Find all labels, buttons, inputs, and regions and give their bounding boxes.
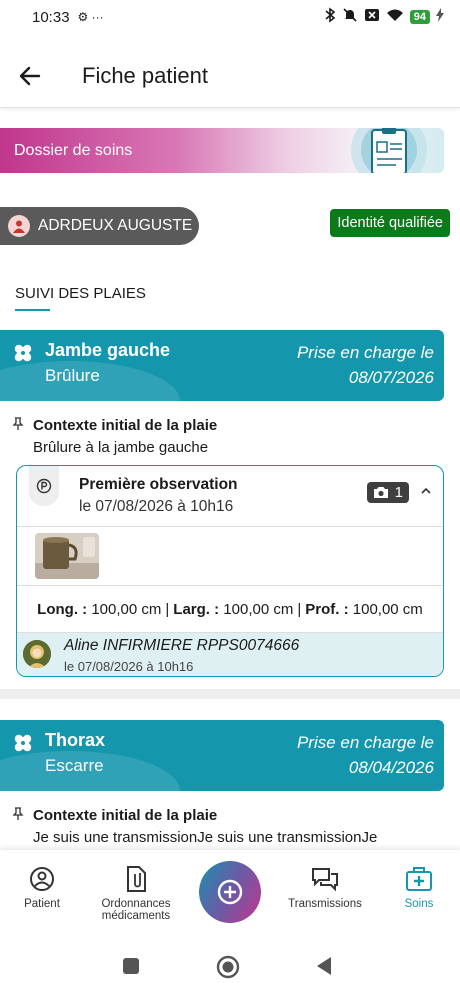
author-avatar bbox=[23, 640, 51, 668]
photo-count: 1 bbox=[394, 484, 403, 501]
wound-location: Thorax bbox=[45, 730, 106, 750]
width-value: 100,00 cm bbox=[223, 600, 294, 618]
nav-soins-label: Soins bbox=[404, 898, 434, 910]
observation-card[interactable]: Première observation le 07/08/2026 à 10h… bbox=[16, 465, 444, 677]
author-date: le 07/08/2026 à 10h16 bbox=[64, 659, 194, 674]
nav-transmissions[interactable]: Transmissions bbox=[280, 864, 370, 910]
nav-ordonnances-label-1: Ordonnances bbox=[101, 898, 171, 910]
pin-icon bbox=[12, 417, 24, 430]
chat-bubbles-icon bbox=[312, 868, 338, 892]
observation-header[interactable]: Première observation le 07/08/2026 à 10h… bbox=[17, 466, 443, 526]
patient-chip[interactable]: ADRDEUX AUGUSTE bbox=[0, 207, 199, 245]
arrow-left-icon bbox=[19, 66, 41, 85]
width-label: Larg. : bbox=[173, 600, 220, 618]
care-start-date: 08/07/2026 bbox=[348, 368, 434, 387]
nav-patient-label: Patient bbox=[24, 898, 60, 910]
identity-qualified-badge: Identité qualifiée bbox=[330, 209, 450, 237]
care-record-banner: Dossier de soins bbox=[0, 128, 444, 173]
nav-soins[interactable]: Soins bbox=[374, 864, 460, 910]
attachment-document-icon bbox=[127, 866, 146, 892]
context-text: Brûlure à la jambe gauche bbox=[33, 439, 209, 456]
home-icon[interactable] bbox=[216, 955, 240, 979]
user-avatar-icon bbox=[8, 215, 30, 237]
page-title: Fiche patient bbox=[82, 62, 208, 88]
status-bar: 10:33 ⚙ ··· 94 bbox=[0, 0, 460, 34]
measure-separator: | bbox=[297, 600, 302, 618]
wound-type: Escarre bbox=[45, 756, 104, 775]
context-text: Je suis une transmissionJe suis une tran… bbox=[33, 829, 378, 846]
pin-icon bbox=[12, 807, 24, 820]
charging-icon bbox=[436, 8, 444, 26]
recent-apps-icon[interactable] bbox=[122, 957, 140, 975]
care-start-label: Prise en charge le bbox=[296, 343, 434, 362]
length-label: Long. : bbox=[37, 600, 88, 618]
wound-measurements: Long. : 100,00 cm | Larg. : 100,00 cm | … bbox=[17, 586, 443, 632]
context-title: Contexte initial de la plaie bbox=[33, 807, 218, 824]
wifi-icon bbox=[386, 8, 404, 26]
care-start-date: 08/04/2026 bbox=[348, 758, 434, 777]
medical-kit-icon bbox=[406, 867, 432, 891]
circled-p-icon bbox=[36, 478, 52, 494]
measure-separator: | bbox=[165, 600, 170, 618]
battery-level: 94 bbox=[409, 10, 430, 24]
section-divider bbox=[0, 689, 460, 699]
plus-circle-icon bbox=[217, 879, 243, 905]
wound-photo-thumbnail[interactable] bbox=[35, 533, 99, 579]
status-time: 10:33 bbox=[32, 8, 70, 26]
patient-name: ADRDEUX AUGUSTE bbox=[38, 217, 193, 234]
bandage-icon bbox=[14, 734, 32, 752]
back-button[interactable] bbox=[0, 44, 60, 108]
depth-value: 100,00 cm bbox=[352, 600, 423, 618]
notification-x-icon bbox=[364, 7, 380, 27]
back-triangle-icon[interactable] bbox=[315, 956, 333, 976]
bluetooth-icon bbox=[324, 7, 336, 27]
observation-tab bbox=[29, 466, 59, 506]
person-circle-icon bbox=[30, 867, 54, 891]
status-extra-icons: ⚙ ··· bbox=[77, 10, 104, 24]
section-underline bbox=[15, 309, 50, 311]
length-value: 100,00 cm bbox=[91, 600, 162, 618]
bandage-icon bbox=[14, 344, 32, 362]
observation-title: Première observation bbox=[79, 476, 238, 493]
context-title: Contexte initial de la plaie bbox=[33, 417, 218, 434]
mute-icon bbox=[342, 7, 358, 27]
camera-icon bbox=[373, 487, 388, 498]
section-title: SUIVI DES PLAIES bbox=[15, 285, 146, 302]
nav-patient[interactable]: Patient bbox=[0, 864, 87, 910]
chevron-up-icon[interactable] bbox=[419, 484, 433, 498]
clipboard-illustration-icon bbox=[351, 128, 427, 173]
observation-photos bbox=[17, 526, 443, 586]
depth-label: Prof. : bbox=[305, 600, 349, 618]
nav-ordonnances[interactable]: Ordonnances médicaments bbox=[91, 864, 181, 922]
add-button[interactable] bbox=[199, 861, 261, 923]
wound-header[interactable]: Jambe gauche Brûlure Prise en charge le … bbox=[0, 330, 444, 401]
banner-label: Dossier de soins bbox=[14, 142, 133, 159]
wound-type: Brûlure bbox=[45, 366, 100, 385]
wound-header[interactable]: Thorax Escarre Prise en charge le 08/04/… bbox=[0, 720, 444, 791]
nav-transmissions-label: Transmissions bbox=[288, 898, 362, 910]
observation-author: Aline INFIRMIERE RPPS0074666 le 07/08/20… bbox=[17, 632, 443, 676]
observation-date: le 07/08/2026 à 10h16 bbox=[79, 498, 234, 515]
nav-ordonnances-label-2: médicaments bbox=[101, 910, 171, 922]
bottom-navigation: Patient Ordonnances médicaments Transmis… bbox=[0, 850, 460, 941]
care-start-label: Prise en charge le bbox=[296, 733, 434, 752]
photo-count-badge: 1 bbox=[366, 482, 409, 503]
system-navigation-bar bbox=[0, 941, 460, 991]
author-name: Aline INFIRMIERE RPPS0074666 bbox=[64, 637, 300, 654]
app-bar: Fiche patient bbox=[0, 44, 460, 108]
wound-location: Jambe gauche bbox=[45, 340, 171, 360]
